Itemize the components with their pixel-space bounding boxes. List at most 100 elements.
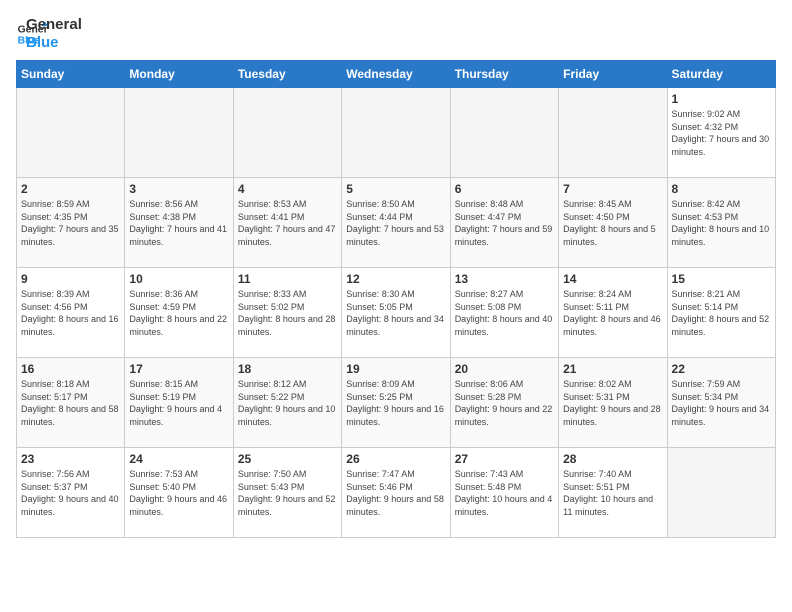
day-info: Sunrise: 7:56 AM Sunset: 5:37 PM Dayligh… (21, 468, 120, 518)
day-cell: 17 Sunrise: 8:15 AM Sunset: 5:19 PM Dayli… (125, 358, 233, 448)
day-info: Sunrise: 8:21 AM Sunset: 5:14 PM Dayligh… (672, 288, 771, 338)
day-info: Sunrise: 8:18 AM Sunset: 5:17 PM Dayligh… (21, 378, 120, 428)
day-info: Sunrise: 7:47 AM Sunset: 5:46 PM Dayligh… (346, 468, 445, 518)
header-wednesday: Wednesday (342, 61, 450, 88)
week-row-3: 9Sunrise: 8:39 AM Sunset: 4:56 PM Daylig… (17, 268, 776, 358)
page-header: General Blue General Blue (16, 16, 776, 52)
header-saturday: Saturday (667, 61, 775, 88)
day-info: Sunrise: 8:02 AM Sunset: 5:31 PM Dayligh… (563, 378, 662, 428)
day-cell: 18 Sunrise: 8:12 AM Sunset: 5:22 PM Dayli… (233, 358, 341, 448)
day-info: Sunrise: 8:30 AM Sunset: 5:05 PM Dayligh… (346, 288, 445, 338)
day-cell (17, 88, 125, 178)
calendar-header: SundayMondayTuesdayWednesdayThursdayFrid… (17, 61, 776, 88)
header-friday: Friday (559, 61, 667, 88)
day-cell: 19 Sunrise: 8:09 AM Sunset: 5:25 PM Dayli… (342, 358, 450, 448)
day-cell: 23 Sunrise: 7:56 AM Sunset: 5:37 PM Dayli… (17, 448, 125, 538)
day-number: 27 (455, 452, 554, 466)
week-row-4: 16 Sunrise: 8:18 AM Sunset: 5:17 PM Dayli… (17, 358, 776, 448)
day-cell (667, 448, 775, 538)
day-number: 15 (672, 272, 771, 286)
header-thursday: Thursday (450, 61, 558, 88)
day-number: 14 (563, 272, 662, 286)
day-info: Sunrise: 8:06 AM Sunset: 5:28 PM Dayligh… (455, 378, 554, 428)
day-info: Sunrise: 7:59 AM Sunset: 5:34 PM Dayligh… (672, 378, 771, 428)
day-info: Sunrise: 7:53 AM Sunset: 5:40 PM Dayligh… (129, 468, 228, 518)
week-row-1: 1 Sunrise: 9:02 AM Sunset: 4:32 PM Daylig… (17, 88, 776, 178)
day-number: 17 (129, 362, 228, 376)
day-number: 2 (21, 182, 120, 196)
day-cell: 28 Sunrise: 7:40 AM Sunset: 5:51 PM Dayli… (559, 448, 667, 538)
day-info: Sunrise: 8:33 AM Sunset: 5:02 PM Dayligh… (238, 288, 337, 338)
day-number: 5 (346, 182, 445, 196)
day-info: Sunrise: 7:40 AM Sunset: 5:51 PM Dayligh… (563, 468, 662, 518)
day-number: 7 (563, 182, 662, 196)
day-cell: 4Sunrise: 8:53 AM Sunset: 4:41 PM Daylig… (233, 178, 341, 268)
day-cell: 13 Sunrise: 8:27 AM Sunset: 5:08 PM Dayli… (450, 268, 558, 358)
day-cell: 10Sunrise: 8:36 AM Sunset: 4:59 PM Dayli… (125, 268, 233, 358)
day-number: 25 (238, 452, 337, 466)
logo-general: General (26, 16, 82, 34)
day-info: Sunrise: 8:45 AM Sunset: 4:50 PM Dayligh… (563, 198, 662, 248)
day-info: Sunrise: 8:36 AM Sunset: 4:59 PM Dayligh… (129, 288, 228, 338)
day-number: 1 (672, 92, 771, 106)
header-row: SundayMondayTuesdayWednesdayThursdayFrid… (17, 61, 776, 88)
day-cell: 11 Sunrise: 8:33 AM Sunset: 5:02 PM Dayli… (233, 268, 341, 358)
day-info: Sunrise: 8:56 AM Sunset: 4:38 PM Dayligh… (129, 198, 228, 248)
day-info: Sunrise: 8:27 AM Sunset: 5:08 PM Dayligh… (455, 288, 554, 338)
logo-blue: Blue (26, 34, 82, 52)
day-cell: 8 Sunrise: 8:42 AM Sunset: 4:53 PM Daylig… (667, 178, 775, 268)
day-info: Sunrise: 8:15 AM Sunset: 5:19 PM Dayligh… (129, 378, 228, 428)
day-info: Sunrise: 7:43 AM Sunset: 5:48 PM Dayligh… (455, 468, 554, 518)
day-number: 13 (455, 272, 554, 286)
day-number: 11 (238, 272, 337, 286)
week-row-5: 23 Sunrise: 7:56 AM Sunset: 5:37 PM Dayli… (17, 448, 776, 538)
day-number: 23 (21, 452, 120, 466)
day-number: 28 (563, 452, 662, 466)
logo: General Blue General Blue (16, 16, 82, 52)
day-cell: 1 Sunrise: 9:02 AM Sunset: 4:32 PM Daylig… (667, 88, 775, 178)
day-info: Sunrise: 8:50 AM Sunset: 4:44 PM Dayligh… (346, 198, 445, 248)
day-cell (125, 88, 233, 178)
day-number: 20 (455, 362, 554, 376)
day-cell: 16 Sunrise: 8:18 AM Sunset: 5:17 PM Dayli… (17, 358, 125, 448)
day-info: Sunrise: 8:42 AM Sunset: 4:53 PM Dayligh… (672, 198, 771, 248)
day-cell: 7 Sunrise: 8:45 AM Sunset: 4:50 PM Daylig… (559, 178, 667, 268)
day-info: Sunrise: 8:48 AM Sunset: 4:47 PM Dayligh… (455, 198, 554, 248)
header-tuesday: Tuesday (233, 61, 341, 88)
day-number: 6 (455, 182, 554, 196)
day-info: Sunrise: 8:53 AM Sunset: 4:41 PM Dayligh… (238, 198, 337, 248)
day-number: 9 (21, 272, 120, 286)
day-info: Sunrise: 8:09 AM Sunset: 5:25 PM Dayligh… (346, 378, 445, 428)
day-number: 18 (238, 362, 337, 376)
day-number: 3 (129, 182, 228, 196)
day-number: 24 (129, 452, 228, 466)
week-row-2: 2 Sunrise: 8:59 AM Sunset: 4:35 PM Daylig… (17, 178, 776, 268)
day-cell: 6 Sunrise: 8:48 AM Sunset: 4:47 PM Daylig… (450, 178, 558, 268)
header-monday: Monday (125, 61, 233, 88)
day-cell (450, 88, 558, 178)
day-number: 26 (346, 452, 445, 466)
day-cell (559, 88, 667, 178)
day-cell: 27 Sunrise: 7:43 AM Sunset: 5:48 PM Dayli… (450, 448, 558, 538)
day-number: 12 (346, 272, 445, 286)
day-info: Sunrise: 7:50 AM Sunset: 5:43 PM Dayligh… (238, 468, 337, 518)
day-cell: 5 Sunrise: 8:50 AM Sunset: 4:44 PM Daylig… (342, 178, 450, 268)
day-cell: 3 Sunrise: 8:56 AM Sunset: 4:38 PM Daylig… (125, 178, 233, 268)
day-cell: 15 Sunrise: 8:21 AM Sunset: 5:14 PM Dayli… (667, 268, 775, 358)
calendar-table: SundayMondayTuesdayWednesdayThursdayFrid… (16, 60, 776, 538)
day-cell: 26 Sunrise: 7:47 AM Sunset: 5:46 PM Dayli… (342, 448, 450, 538)
day-info: Sunrise: 8:59 AM Sunset: 4:35 PM Dayligh… (21, 198, 120, 248)
day-number: 19 (346, 362, 445, 376)
day-info: Sunrise: 8:12 AM Sunset: 5:22 PM Dayligh… (238, 378, 337, 428)
day-number: 16 (21, 362, 120, 376)
day-cell: 24 Sunrise: 7:53 AM Sunset: 5:40 PM Dayli… (125, 448, 233, 538)
day-number: 8 (672, 182, 771, 196)
day-info: Sunrise: 8:24 AM Sunset: 5:11 PM Dayligh… (563, 288, 662, 338)
day-cell: 25 Sunrise: 7:50 AM Sunset: 5:43 PM Dayli… (233, 448, 341, 538)
calendar-body: 1 Sunrise: 9:02 AM Sunset: 4:32 PM Daylig… (17, 88, 776, 538)
day-info: Sunrise: 9:02 AM Sunset: 4:32 PM Dayligh… (672, 108, 771, 158)
day-cell: 9Sunrise: 8:39 AM Sunset: 4:56 PM Daylig… (17, 268, 125, 358)
day-cell (342, 88, 450, 178)
day-cell: 2 Sunrise: 8:59 AM Sunset: 4:35 PM Daylig… (17, 178, 125, 268)
day-number: 22 (672, 362, 771, 376)
